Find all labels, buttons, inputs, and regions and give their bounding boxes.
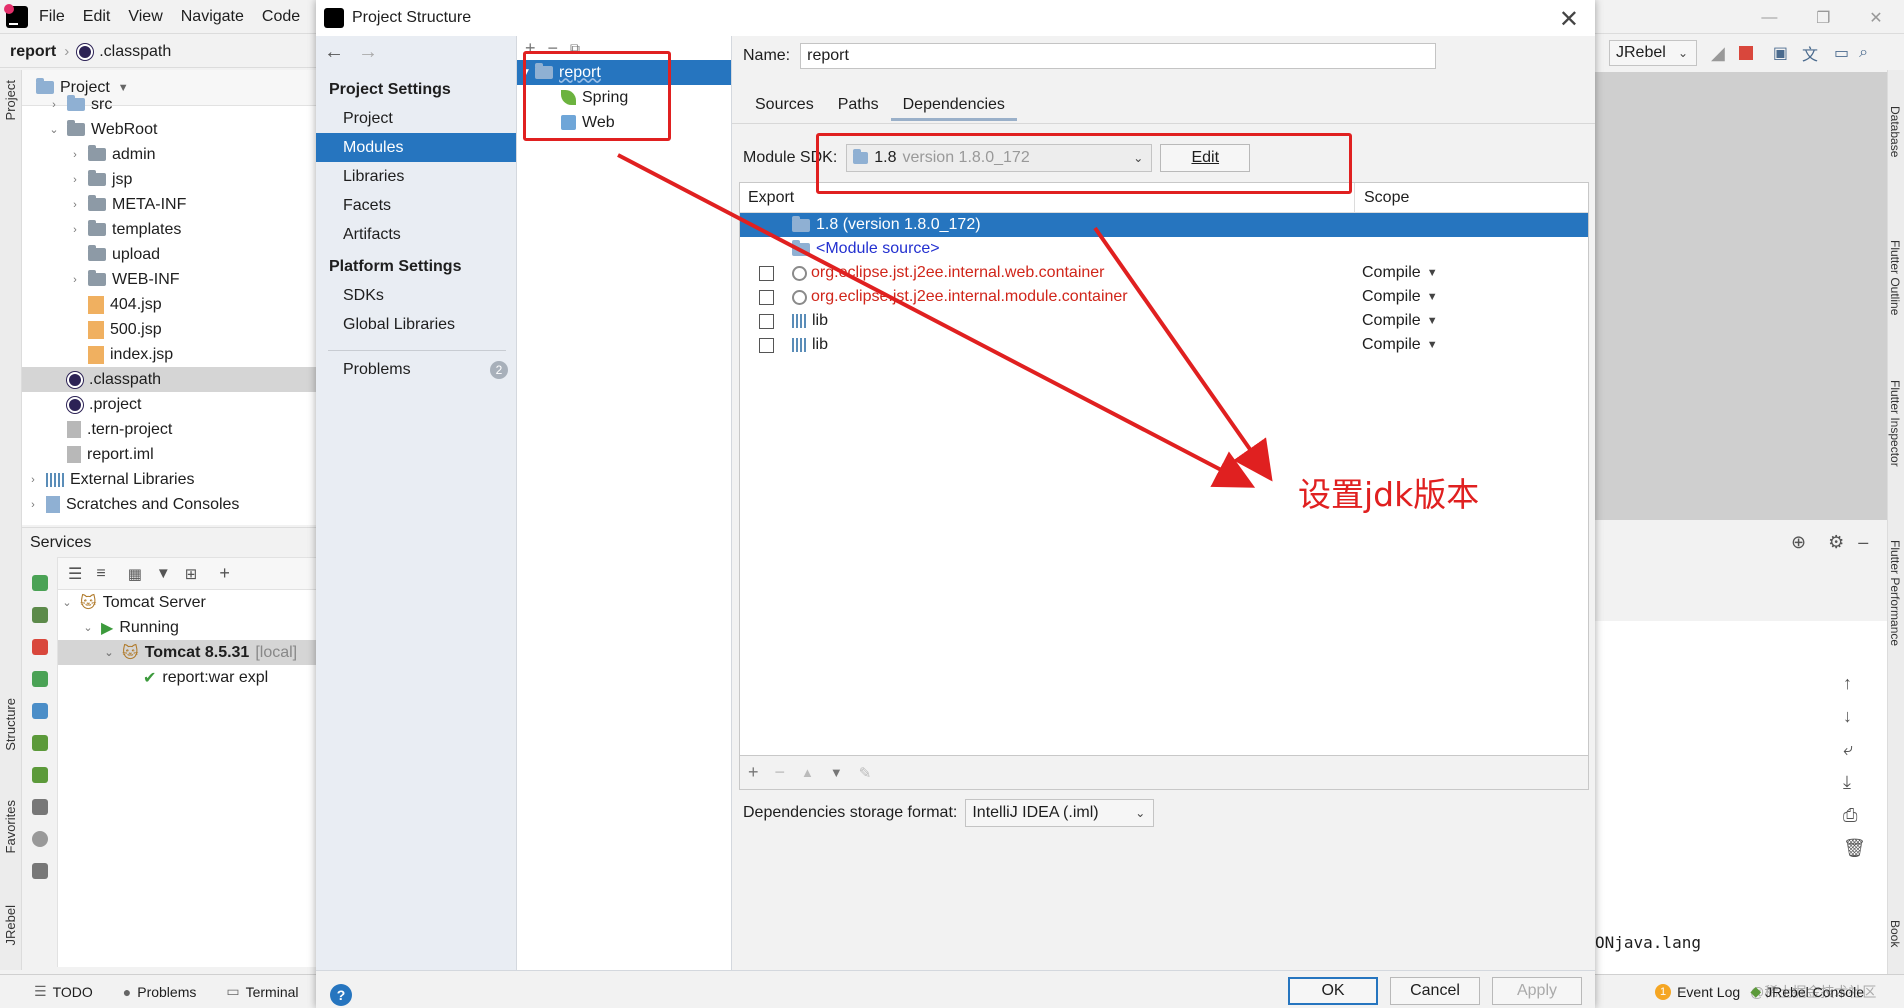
annotation-text: 设置jdk版本: [1298, 475, 1480, 514]
annotation-arrow-1: [617, 153, 1256, 488]
annotation-arrow-2: [1093, 226, 1273, 482]
annotation-arrows: [617, 153, 1273, 488]
